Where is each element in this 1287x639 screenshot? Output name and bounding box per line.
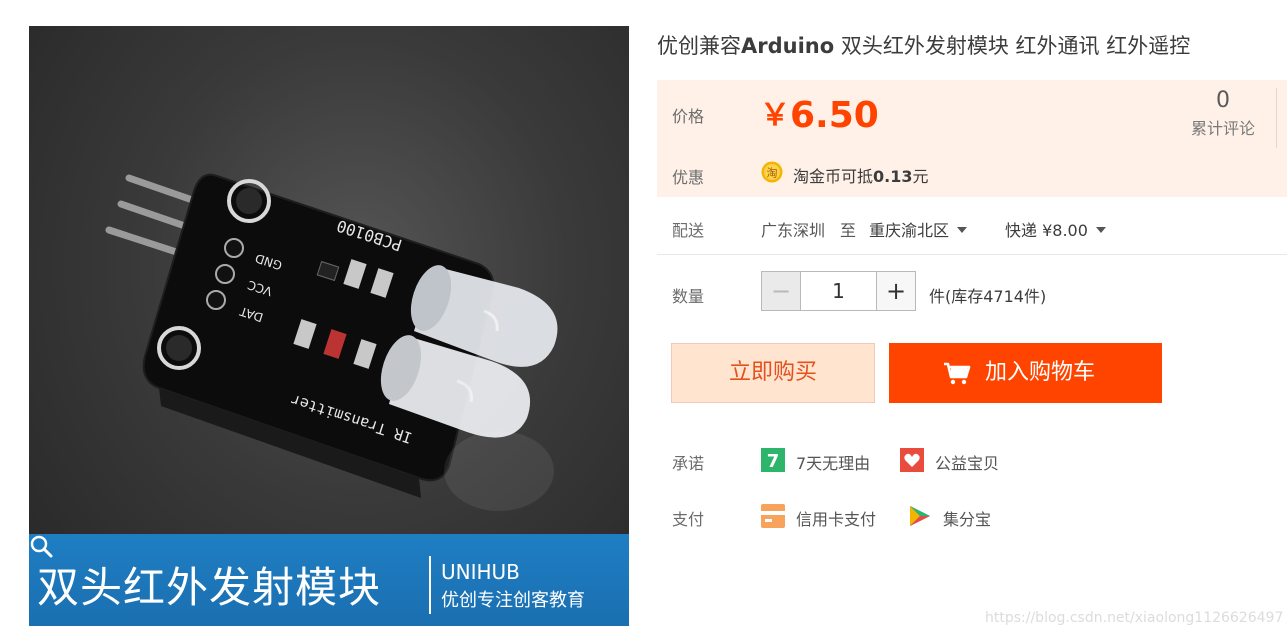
payment-credit-card[interactable]: 信用卡支付 <box>796 506 876 530</box>
svg-text:7: 7 <box>767 451 780 472</box>
banner-brand: UNIHUB <box>441 560 520 584</box>
divider <box>657 254 1287 255</box>
svg-text:淘: 淘 <box>767 167 778 180</box>
shipping-destination: 重庆渝北区 <box>869 221 950 240</box>
review-label: 累计评论 <box>1190 119 1255 138</box>
promise-charity[interactable]: 公益宝贝 <box>935 450 999 474</box>
stock-text: 件(库存4714件) <box>929 287 1047 306</box>
add-to-cart-button[interactable]: 加入购物车 <box>889 343 1162 403</box>
quantity-increase-button[interactable]: + <box>876 271 916 311</box>
banner-divider <box>429 556 431 614</box>
price-value: ￥6.50 <box>760 90 879 136</box>
promise-label: 承诺 <box>672 454 705 473</box>
payment-jifenbao[interactable]: 集分宝 <box>943 506 991 530</box>
promise-seven-day[interactable]: 7天无理由 <box>796 450 870 474</box>
price-label: 价格 <box>672 107 705 126</box>
ir-module-photo: PCB0100 GND VCC DAT IR Transmitter <box>105 173 558 511</box>
shipping-from: 广东深圳 <box>761 221 826 240</box>
cart-icon <box>944 362 971 385</box>
add-to-cart-label: 加入购物车 <box>985 360 1096 385</box>
title-suffix: 双头红外发射模块 红外通讯 红外遥控 <box>834 34 1191 58</box>
payment-label: 支付 <box>672 510 705 529</box>
credit-card-icon <box>761 504 785 528</box>
review-count: 0 <box>1216 88 1230 113</box>
product-title: 优创兼容Arduino 双头红外发射模块 红外通讯 红外遥控 <box>657 30 1190 60</box>
chevron-down-icon <box>1095 227 1106 233</box>
shipping-method-select[interactable]: 快递 ¥8.00 <box>1005 217 1106 241</box>
title-prefix: 优创兼容 <box>657 34 741 58</box>
product-main-image[interactable]: PCB0100 GND VCC DAT IR Transmitter 双头红外发… <box>29 26 629 626</box>
quantity-decrease-button[interactable]: − <box>761 271 801 311</box>
banner-title: 双头红外发射模块 <box>37 563 382 612</box>
banner-slogan: 优创专注创客教育 <box>441 590 585 611</box>
title-brand: Arduino <box>741 34 835 58</box>
price-amount: 6.50 <box>790 95 879 136</box>
promo-suffix: 元 <box>912 167 929 186</box>
promo-text: 淘金币可抵0.13元 <box>793 163 929 187</box>
buy-now-button[interactable]: 立即购买 <box>671 343 875 403</box>
promo-amount: 0.13 <box>873 167 913 186</box>
shipping-to-word: 至 <box>840 221 857 240</box>
price-panel: 价格 ￥6.50 0 累计评论 优惠 淘 淘金币可抵0.13元 <box>657 80 1287 197</box>
watermark-text: https://blog.csdn.net/xiaolong1126626497 <box>985 610 1284 626</box>
price-currency: ￥ <box>760 98 790 133</box>
shipping-method: 快递 ¥8.00 <box>1005 221 1088 240</box>
promo-label: 优惠 <box>672 168 705 187</box>
zoom-icon[interactable] <box>29 534 53 558</box>
quantity-input[interactable]: 1 <box>801 271 876 311</box>
shipping-label: 配送 <box>672 221 705 240</box>
review-summary[interactable]: 0 累计评论 <box>1183 88 1263 139</box>
charity-heart-icon <box>900 448 924 472</box>
chevron-down-icon <box>957 227 968 233</box>
taobao-coin-icon: 淘 <box>761 161 783 183</box>
jifenbao-icon <box>910 506 930 526</box>
promo-prefix: 淘金币可抵 <box>793 167 874 186</box>
quantity-label: 数量 <box>672 287 705 306</box>
review-divider <box>1276 88 1277 148</box>
shipping-destination-select[interactable]: 重庆渝北区 <box>869 217 968 241</box>
image-banner: 双头红外发射模块 UNIHUB 优创专注创客教育 <box>29 534 629 626</box>
seven-day-return-icon: 7 <box>761 448 785 472</box>
